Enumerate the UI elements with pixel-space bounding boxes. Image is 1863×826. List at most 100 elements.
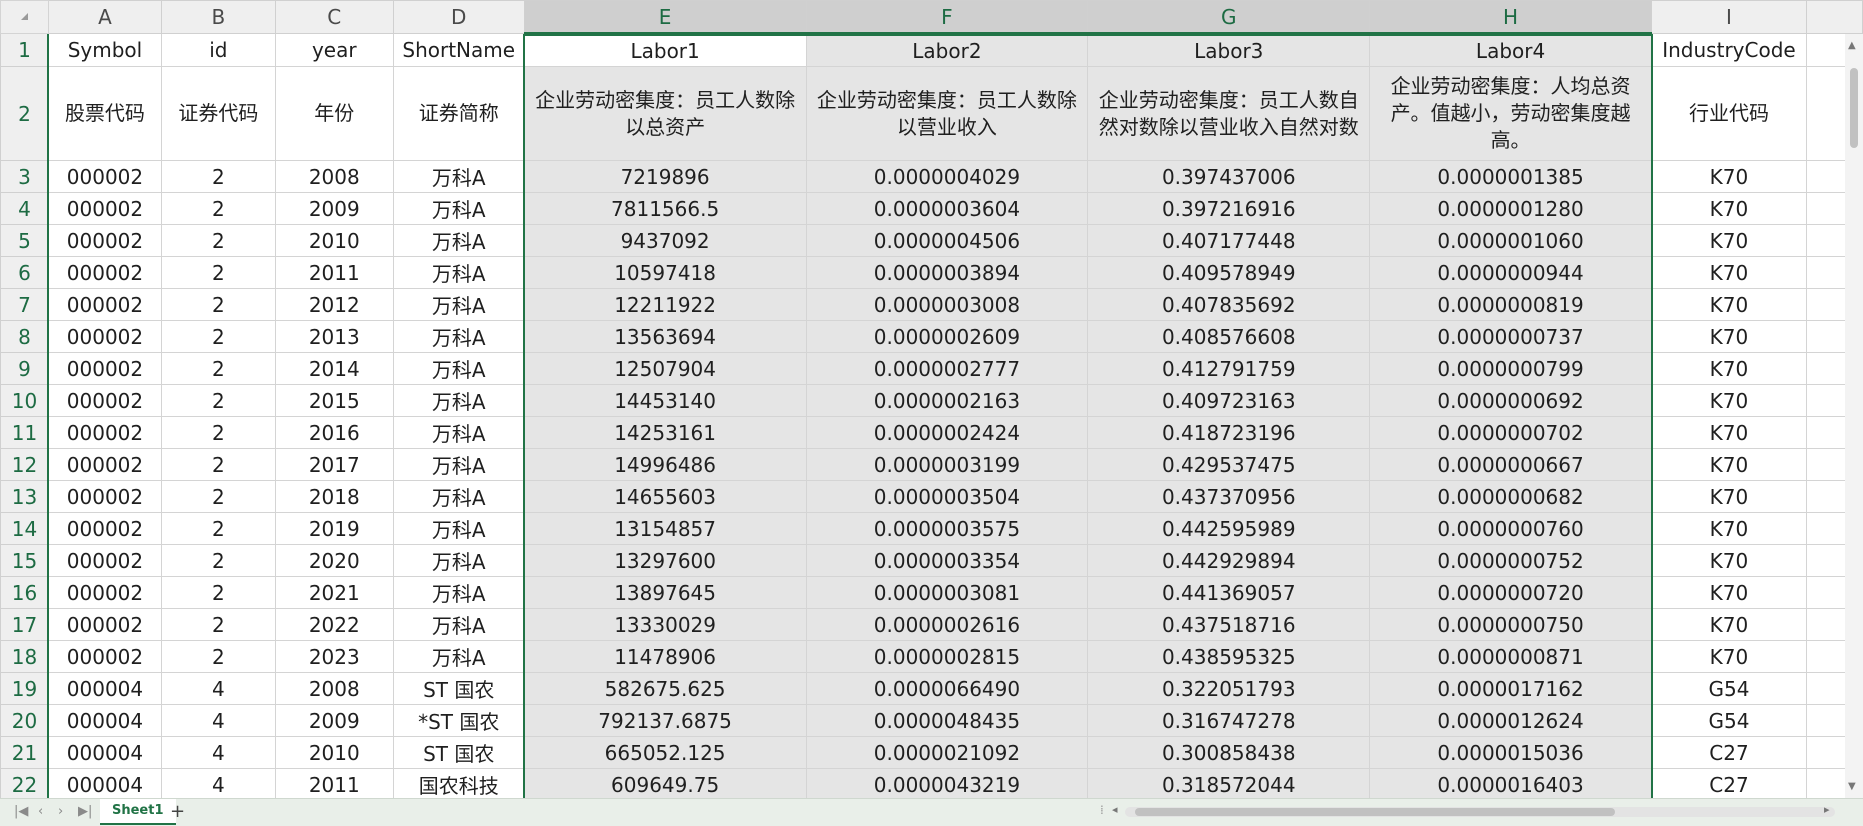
cell-c[interactable]: 2009	[274, 192, 394, 225]
cell-b[interactable]: 4	[160, 736, 276, 769]
cell-i[interactable]: C27	[1650, 768, 1807, 798]
cell-a[interactable]: 000002	[47, 480, 162, 513]
cell-b[interactable]: 2	[160, 192, 276, 225]
cell-h[interactable]: 0.0000000944	[1369, 256, 1652, 289]
cell-d[interactable]: 国农科技	[392, 768, 525, 798]
cell-d[interactable]: 万科A	[392, 288, 525, 321]
row-header[interactable]: 4	[0, 192, 49, 225]
cell-a[interactable]: 000002	[47, 288, 162, 321]
cell-i[interactable]: IndustryCode	[1650, 33, 1807, 67]
cell-a[interactable]: 000004	[47, 736, 162, 769]
cell-f[interactable]: 0.0000066490	[805, 672, 1089, 705]
tab-split-handle[interactable]: ⁞	[1100, 803, 1104, 817]
cell-g[interactable]: 0.442929894	[1087, 544, 1371, 577]
cell-g[interactable]: 0.408576608	[1087, 320, 1371, 353]
last-sheet-icon[interactable]: ▶|	[78, 804, 92, 819]
cell-f[interactable]: 0.0000003504	[805, 480, 1089, 513]
cell-a[interactable]: 000002	[47, 608, 162, 641]
cell-d[interactable]: 万科A	[392, 512, 525, 545]
cell-g[interactable]: 0.407835692	[1087, 288, 1371, 321]
cell-f[interactable]: 企业劳动密集度：员工人数除以营业收入	[805, 66, 1089, 161]
cell-h[interactable]: 0.0000000682	[1369, 480, 1652, 513]
cell-c[interactable]: 2017	[274, 448, 394, 481]
cell-d[interactable]: 万科A	[392, 224, 525, 257]
cell-a[interactable]: 000004	[47, 704, 162, 737]
cell-i[interactable]: K70	[1650, 480, 1807, 513]
spreadsheet-grid[interactable]: A B C D E F G H I 1 Symbol id year ShortName Labor1 Lab…	[0, 0, 1863, 798]
cell-h[interactable]: 0.0000017162	[1369, 672, 1652, 705]
cell-b[interactable]: 2	[160, 384, 276, 417]
prev-sheet-icon[interactable]: ‹	[38, 804, 43, 819]
cell-e[interactable]: 14655603	[523, 480, 807, 513]
cell-d[interactable]: 万科A	[392, 544, 525, 577]
row-header[interactable]: 2	[0, 66, 49, 161]
cell-e[interactable]: 13330029	[523, 608, 807, 641]
scroll-left-icon[interactable]: ◂	[1112, 803, 1118, 816]
cell-i[interactable]: K70	[1650, 576, 1807, 609]
cell-g[interactable]: 0.397437006	[1087, 160, 1371, 193]
cell-e[interactable]: Labor1	[523, 33, 807, 67]
cell-a[interactable]: 000002	[47, 640, 162, 673]
cell-f[interactable]: 0.0000002424	[805, 416, 1089, 449]
cell-b[interactable]: 2	[160, 224, 276, 257]
column-header-empty[interactable]	[1805, 0, 1863, 34]
cell-g[interactable]: 0.300858438	[1087, 736, 1371, 769]
cell-b[interactable]: 证券代码	[160, 66, 276, 161]
cell-g[interactable]: 0.442595989	[1087, 512, 1371, 545]
cell-b[interactable]: id	[160, 33, 276, 67]
cell-i[interactable]: K70	[1650, 288, 1807, 321]
cell-h[interactable]: 0.0000000871	[1369, 640, 1652, 673]
cell-i[interactable]: K70	[1650, 416, 1807, 449]
cell-b[interactable]: 2	[160, 544, 276, 577]
cell-e[interactable]: 13154857	[523, 512, 807, 545]
cell-f[interactable]: 0.0000003008	[805, 288, 1089, 321]
cell-f[interactable]: 0.0000003354	[805, 544, 1089, 577]
cell-a[interactable]: 股票代码	[47, 66, 162, 161]
cell-i[interactable]: K70	[1650, 544, 1807, 577]
select-all-corner[interactable]	[0, 0, 49, 34]
cell-i[interactable]: K70	[1650, 384, 1807, 417]
cell-b[interactable]: 2	[160, 608, 276, 641]
row-header[interactable]: 17	[0, 608, 49, 641]
cell-e[interactable]: 13897645	[523, 576, 807, 609]
cell-e[interactable]: 609649.75	[523, 768, 807, 798]
cell-b[interactable]: 2	[160, 320, 276, 353]
cell-g[interactable]: 0.409723163	[1087, 384, 1371, 417]
cell-h[interactable]: 0.0000000702	[1369, 416, 1652, 449]
cell-g[interactable]: 0.322051793	[1087, 672, 1371, 705]
vertical-scrollbar[interactable]: ▲ ▼	[1845, 34, 1863, 798]
cell-e[interactable]: 14453140	[523, 384, 807, 417]
row-header[interactable]: 15	[0, 544, 49, 577]
cell-e[interactable]: 13563694	[523, 320, 807, 353]
cell-i[interactable]: K70	[1650, 512, 1807, 545]
row-header[interactable]: 1	[0, 33, 49, 67]
cell-f[interactable]: 0.0000021092	[805, 736, 1089, 769]
row-header[interactable]: 10	[0, 384, 49, 417]
cell-f[interactable]: 0.0000002609	[805, 320, 1089, 353]
cell-b[interactable]: 2	[160, 512, 276, 545]
cell-a[interactable]: 000002	[47, 320, 162, 353]
cell-e[interactable]: 13297600	[523, 544, 807, 577]
cell-i[interactable]: K70	[1650, 224, 1807, 257]
cell-c[interactable]: 2022	[274, 608, 394, 641]
cell-b[interactable]: 2	[160, 576, 276, 609]
cell-f[interactable]: 0.0000048435	[805, 704, 1089, 737]
cell-b[interactable]: 2	[160, 256, 276, 289]
cell-g[interactable]: 0.412791759	[1087, 352, 1371, 385]
row-header[interactable]: 5	[0, 224, 49, 257]
cell-e[interactable]: 14996486	[523, 448, 807, 481]
cell-g[interactable]: 0.429537475	[1087, 448, 1371, 481]
select-all-icon[interactable]	[21, 13, 28, 20]
column-header-g[interactable]: G	[1087, 0, 1371, 35]
cell-e[interactable]: 11478906	[523, 640, 807, 673]
cell-b[interactable]: 4	[160, 704, 276, 737]
cell-b[interactable]: 2	[160, 416, 276, 449]
cell-a[interactable]: 000002	[47, 384, 162, 417]
cell-i[interactable]: K70	[1650, 352, 1807, 385]
cell-f[interactable]: 0.0000003575	[805, 512, 1089, 545]
cell-b[interactable]: 2	[160, 480, 276, 513]
column-header-h[interactable]: H	[1369, 0, 1652, 35]
cell-f[interactable]: 0.0000002163	[805, 384, 1089, 417]
cell-f[interactable]: 0.0000002815	[805, 640, 1089, 673]
row-header[interactable]: 6	[0, 256, 49, 289]
